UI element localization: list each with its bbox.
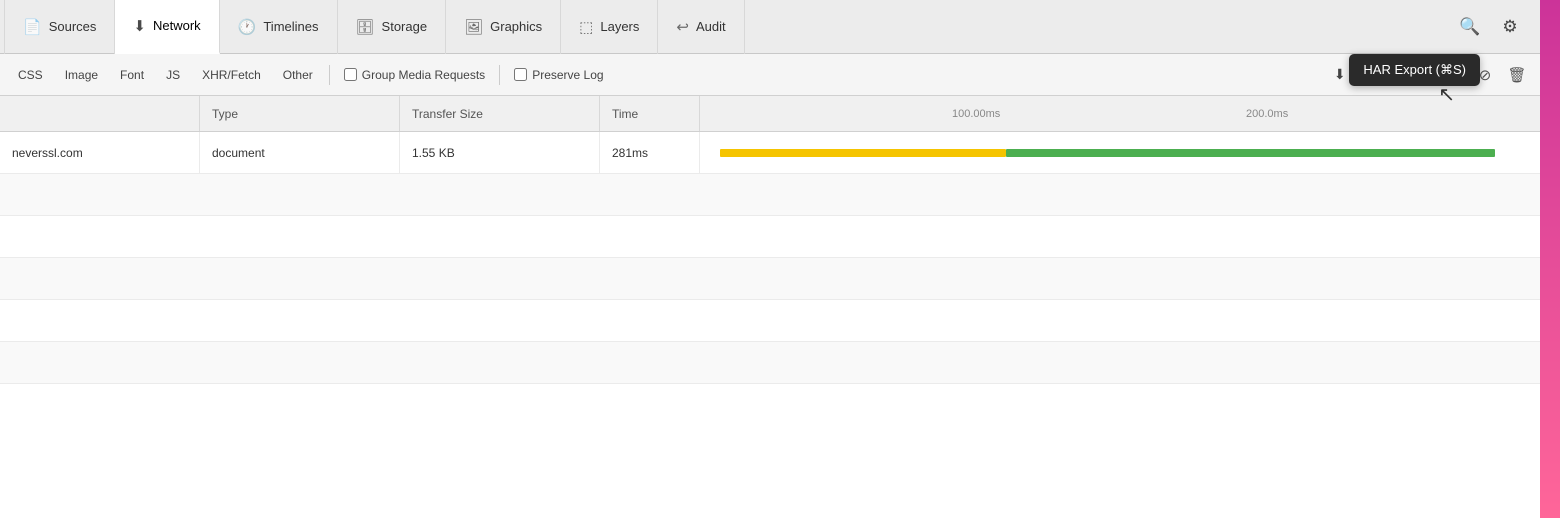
waterfall-yellow-0 — [720, 149, 1006, 157]
table-header: Type Transfer Size Time 100.00ms 200.0ms — [0, 96, 1540, 132]
settings-button[interactable]: ⚙ — [1492, 9, 1528, 45]
graphics-icon: 🖼 — [464, 18, 483, 36]
import-icon: ⬇ — [1334, 66, 1346, 83]
filter-separator-2 — [499, 65, 500, 85]
layers-icon: ⬚ — [579, 18, 593, 36]
table-row[interactable]: neverssl.com document 1.55 KB 281ms — [0, 132, 1540, 174]
td-waterfall-0 — [700, 132, 1540, 173]
tab-audit-label: Audit — [696, 19, 726, 34]
group-media-requests-input[interactable] — [344, 68, 357, 81]
tab-audit[interactable]: ↩ Audit — [658, 0, 744, 54]
tab-sources-label: Sources — [49, 19, 97, 34]
tab-layers-label: Layers — [600, 19, 639, 34]
filter-other[interactable]: Other — [273, 65, 323, 85]
th-waterfall: 100.00ms 200.0ms — [700, 96, 1540, 131]
table-row-empty-2[interactable] — [0, 216, 1540, 258]
td-name-0: neverssl.com — [0, 132, 200, 173]
preserve-log-checkbox[interactable]: Preserve Log — [514, 68, 603, 82]
trash-icon-btn[interactable]: 🗑 — [1502, 60, 1532, 90]
waterfall-header: 100.00ms 200.0ms — [700, 96, 1540, 131]
waterfall-label-2: 200.0ms — [1246, 108, 1288, 120]
preserve-log-input[interactable] — [514, 68, 527, 81]
td-type-0: document — [200, 132, 400, 173]
search-button[interactable]: 🔍 — [1452, 9, 1488, 45]
table-row-empty-5[interactable] — [0, 342, 1540, 384]
table-row-empty-1[interactable] — [0, 174, 1540, 216]
tab-network[interactable]: ⬇ Network — [115, 0, 219, 54]
nav-right-icons: 🔍 ⚙ — [1444, 9, 1536, 45]
tab-timelines-label: Timelines — [263, 19, 318, 34]
th-time[interactable]: Time — [600, 96, 700, 131]
th-name — [0, 96, 200, 131]
group-media-requests-checkbox[interactable]: Group Media Requests — [344, 68, 485, 82]
preserve-log-label: Preserve Log — [532, 68, 603, 82]
filter-css[interactable]: CSS — [8, 65, 53, 85]
filter-xhr-fetch[interactable]: XHR/Fetch — [192, 65, 271, 85]
tab-layers[interactable]: ⬚ Layers — [561, 0, 658, 54]
tab-timelines[interactable]: 🕐 Timelines — [220, 0, 338, 54]
table-body: neverssl.com document 1.55 KB 281ms — [0, 132, 1540, 518]
network-icon: ⬇ — [133, 17, 146, 35]
td-time-0: 281ms — [600, 132, 700, 173]
table-row-empty-3[interactable] — [0, 258, 1540, 300]
tab-graphics-label: Graphics — [490, 19, 542, 34]
tab-storage-label: Storage — [382, 19, 428, 34]
clear-icon: ⊘ — [1479, 66, 1492, 84]
table-row-empty-4[interactable] — [0, 300, 1540, 342]
sources-icon: 📄 — [23, 18, 42, 36]
trash-icon: 🗑 — [1507, 66, 1526, 84]
group-media-requests-label: Group Media Requests — [362, 68, 485, 82]
right-sidebar-gradient — [1540, 0, 1560, 518]
waterfall-green-0 — [1006, 149, 1496, 157]
tab-network-label: Network — [153, 18, 201, 33]
har-export-text: HAR Export (⌘S) — [1363, 62, 1466, 77]
tab-graphics[interactable]: 🖼 Graphics — [446, 0, 561, 54]
har-export-tooltip: HAR Export (⌘S) — [1349, 54, 1480, 86]
top-nav: 📄 Sources ⬇ Network 🕐 Timelines 🗄 Storag… — [0, 0, 1540, 54]
th-type[interactable]: Type — [200, 96, 400, 131]
storage-icon: 🗄 — [356, 18, 375, 36]
filter-separator-1 — [329, 65, 330, 85]
filter-bar: CSS Image Font JS XHR/Fetch Other Group … — [0, 54, 1540, 96]
filter-js[interactable]: JS — [156, 65, 190, 85]
th-transfer-size[interactable]: Transfer Size — [400, 96, 600, 131]
waterfall-bars-0 — [712, 147, 1528, 159]
filter-font[interactable]: Font — [110, 65, 154, 85]
audit-icon: ↩ — [676, 18, 689, 36]
waterfall-label-1: 100.00ms — [952, 108, 1000, 120]
filter-image[interactable]: Image — [55, 65, 108, 85]
search-icon: 🔍 — [1459, 17, 1480, 37]
tab-sources[interactable]: 📄 Sources — [4, 0, 115, 54]
td-size-0: 1.55 KB — [400, 132, 600, 173]
timelines-icon: 🕐 — [238, 18, 257, 36]
network-table: Type Transfer Size Time 100.00ms 200.0ms… — [0, 96, 1540, 518]
settings-icon: ⚙ — [1502, 17, 1517, 37]
tab-storage[interactable]: 🗄 Storage — [338, 0, 447, 54]
